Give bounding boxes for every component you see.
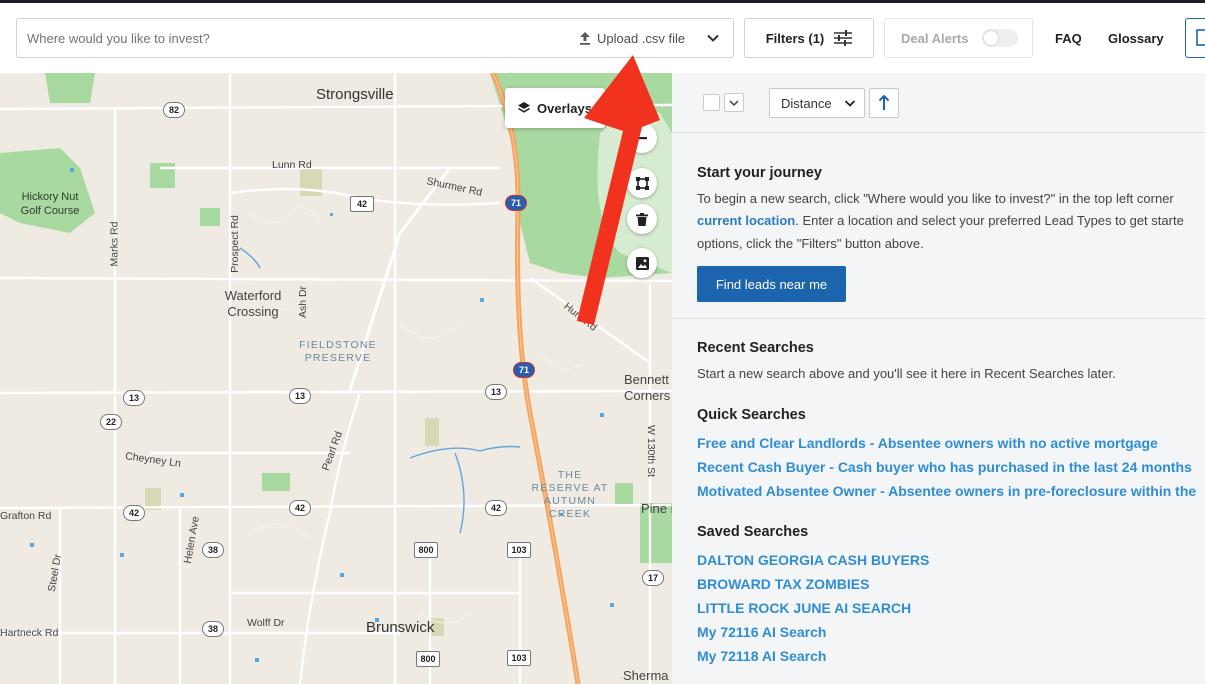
street-label: Prospect Rd [228, 215, 241, 273]
route-shield: 13 [289, 388, 311, 404]
quick-search-link[interactable]: Motivated Absentee Owner - Absentee owne… [697, 483, 1196, 499]
city-label: Strongsville [316, 86, 394, 103]
sort-select[interactable]: Distance [769, 88, 865, 118]
polygon-draw-icon [635, 176, 649, 190]
search-input[interactable] [27, 19, 567, 57]
place-label: Waterford Crossing [224, 288, 282, 319]
street-label: W 130th St [644, 425, 657, 477]
arrow-up-icon [878, 95, 890, 110]
route-shield: 13 [123, 390, 145, 406]
route-shield: 42 [123, 505, 145, 521]
upload-label: Upload .csv file [597, 30, 686, 46]
chevron-down-icon[interactable] [705, 30, 721, 46]
trash-icon [636, 212, 648, 226]
street-label: Marks Rd [108, 221, 121, 267]
journey-text-line3: options, click the "Filters" button abov… [697, 236, 924, 251]
park-label: THE RESERVE AT AUTUMN CREEK [531, 469, 609, 520]
image-icon [635, 256, 649, 270]
route-shield: 800 [414, 542, 438, 558]
saved-searches-title: Saved Searches [697, 524, 809, 540]
chevron-down-icon [844, 100, 856, 107]
delete-shape-button[interactable] [627, 204, 657, 234]
quick-search-link[interactable]: Free and Clear Landlords - Absentee owne… [697, 435, 1158, 451]
route-shield: 42 [350, 196, 374, 212]
interstate-shield: 71 [513, 362, 535, 378]
route-shield: 17 [642, 570, 664, 586]
city-label: Brunswick [366, 619, 435, 636]
draw-polygon-button[interactable] [627, 168, 657, 198]
top-bar: Upload .csv file Filters (1) Deal Alerts… [0, 3, 1205, 73]
recent-searches-text: Start a new search above and you'll see … [697, 366, 1116, 381]
saved-search-link[interactable]: DALTON GEORGIA CASH BUYERS [697, 552, 929, 568]
golf-course-label: Hickory Nut Golf Course [20, 191, 80, 217]
quick-searches-title: Quick Searches [697, 407, 806, 423]
route-shield: 22 [100, 414, 122, 430]
route-shield: 38 [202, 542, 224, 558]
faq-link[interactable]: FAQ [1055, 18, 1082, 58]
saved-search-link[interactable]: BROWARD TAX ZOMBIES [697, 576, 869, 592]
upload-icon [580, 31, 590, 45]
route-shield: 38 [202, 621, 224, 637]
overlays-button[interactable]: Overlays [505, 88, 605, 128]
deal-alerts-toggle[interactable] [982, 29, 1019, 47]
map-style-button[interactable] [627, 248, 657, 278]
sort-selected-value: Distance [781, 95, 832, 111]
place-label: Bennett Corners [624, 372, 671, 403]
street-label: Ash Dr [297, 285, 310, 319]
route-shield: 82 [163, 102, 185, 118]
journey-title: Start your journey [697, 165, 822, 181]
minus-icon [637, 137, 647, 140]
filters-button[interactable]: Filters (1) [744, 18, 874, 58]
street-label: Lunn Rd [272, 159, 312, 171]
route-shield: 103 [507, 650, 531, 666]
select-all-checkbox[interactable] [703, 94, 720, 111]
journey-text-line2: current location. Enter a location and s… [697, 210, 1184, 232]
street-label: Hartneck Rd [0, 627, 59, 639]
park-label: FIELDSTONE PRESERVE [299, 339, 377, 364]
deal-alerts-control: Deal Alerts [884, 18, 1033, 58]
zoom-out-button[interactable] [627, 123, 657, 153]
document-icon [1196, 29, 1205, 46]
sort-direction-button[interactable] [869, 88, 899, 118]
sort-toolbar: Distance [672, 73, 1205, 133]
location-search-box[interactable]: Upload .csv file [16, 18, 734, 58]
deal-alerts-label: Deal Alerts [901, 30, 969, 46]
current-location-link[interactable]: current location [697, 213, 795, 228]
journey-text-line2-rest: . Enter a location and select your prefe… [795, 213, 1184, 228]
glossary-link[interactable]: Glossary [1108, 18, 1164, 58]
overlays-label: Overlays [537, 100, 592, 116]
place-label: Sherma [623, 668, 669, 683]
chevron-down-icon [729, 99, 739, 106]
saved-search-link[interactable]: LITTLE ROCK JUNE AI SEARCH [697, 600, 911, 616]
filters-label: Filters (1) [765, 30, 825, 46]
map-canvas [0, 73, 672, 684]
recent-searches-title: Recent Searches [697, 340, 814, 356]
map-view[interactable]: Strongsville Brunswick Waterford Crossin… [0, 73, 672, 684]
journey-text-line1: To begin a new search, click "Where woul… [697, 191, 1174, 206]
sliders-icon [834, 30, 853, 46]
route-shield: 800 [416, 651, 440, 667]
route-shield: 42 [289, 500, 311, 516]
street-label: Wolff Dr [247, 617, 285, 629]
route-shield: 42 [485, 500, 507, 516]
results-panel: Distance Start your journey To begin a n… [672, 73, 1205, 684]
saved-search-link[interactable]: My 72118 AI Search [697, 648, 826, 664]
route-shield: 103 [507, 542, 531, 558]
place-label: Pine H [641, 501, 672, 516]
layers-icon [518, 102, 530, 113]
section-divider [672, 318, 1205, 319]
interstate-shield: 71 [505, 195, 527, 211]
saved-search-link[interactable]: My 72116 AI Search [697, 624, 826, 640]
find-leads-near-me-button[interactable]: Find leads near me [697, 266, 846, 302]
select-options-dropdown[interactable] [724, 93, 744, 112]
list-view-button[interactable] [1185, 18, 1205, 58]
quick-search-link[interactable]: Recent Cash Buyer - Cash buyer who has p… [697, 459, 1192, 475]
upload-csv-button[interactable]: Upload .csv file [579, 19, 685, 57]
route-shield: 13 [485, 384, 507, 400]
street-label: Grafton Rd [0, 510, 52, 522]
